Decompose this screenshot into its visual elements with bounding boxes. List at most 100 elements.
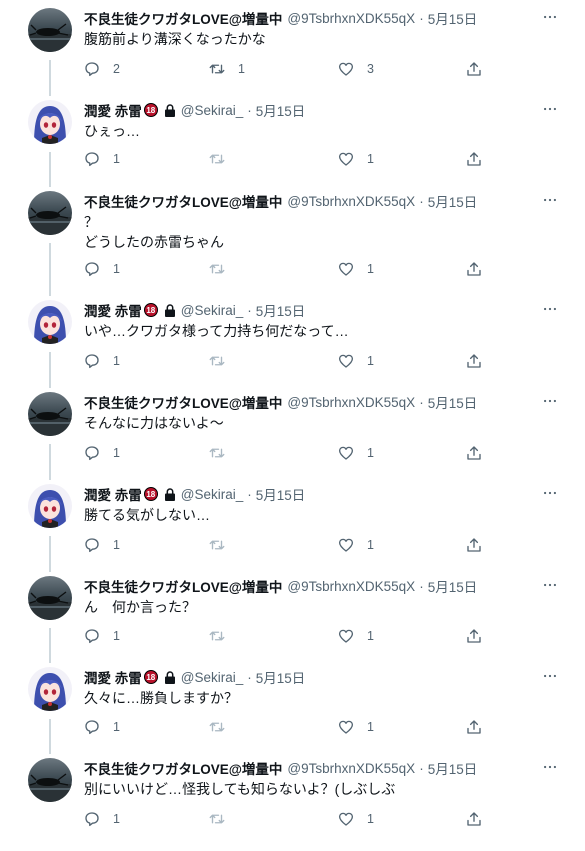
reply-button[interactable]: 1 <box>83 350 123 372</box>
tweet[interactable]: 不良生徒クワガタLOVE@増量中 @9TsbrhxnXDK55qX · 5月15日 腹筋… <box>0 8 585 82</box>
retweet-button[interactable] <box>208 808 248 830</box>
avatar[interactable] <box>28 576 72 620</box>
retweet-button[interactable] <box>208 258 248 280</box>
reply-button[interactable]: 1 <box>83 442 123 464</box>
avatar[interactable] <box>28 8 72 52</box>
share-button[interactable] <box>465 350 483 372</box>
more-options-icon[interactable] <box>540 576 560 594</box>
tweet[interactable]: 不良生徒クワガタLOVE@増量中 @9TsbrhxnXDK55qX · 5月15日 ？ … <box>0 191 585 282</box>
user-handle[interactable]: @9TsbrhxnXDK55qX <box>287 579 415 594</box>
tweet[interactable]: 潤愛 赤雷 18 @Sekirai_ · 5月15日 ひぇっ… 1 1 <box>0 100 585 172</box>
lock-icon <box>164 670 176 684</box>
tweet[interactable]: 潤愛 赤雷 18 @Sekirai_ · 5月15日 いや…クワガタ様って力持ち何だなって… <box>0 300 585 374</box>
retweet-icon <box>208 444 226 462</box>
more-options-icon[interactable] <box>540 758 560 776</box>
tweet-date[interactable]: 5月15日 <box>428 392 478 412</box>
tweet-date[interactable]: 5月15日 <box>428 8 478 28</box>
more-options-icon[interactable] <box>540 100 560 118</box>
reply-icon <box>83 60 101 78</box>
share-button[interactable] <box>465 808 483 830</box>
user-handle[interactable]: @Sekirai_ <box>181 487 243 502</box>
display-name[interactable]: 潤愛 赤雷 <box>84 300 142 320</box>
reply-button[interactable]: 1 <box>83 534 123 556</box>
heart-icon <box>337 536 355 554</box>
tweet[interactable]: 潤愛 赤雷 18 @Sekirai_ · 5月15日 久々に…勝負しますか？ 1 1 <box>0 667 585 740</box>
display-name[interactable]: 潤愛 赤雷 <box>84 100 142 120</box>
share-button[interactable] <box>465 625 483 647</box>
retweet-button[interactable] <box>208 625 248 647</box>
avatar[interactable] <box>28 100 72 144</box>
like-button[interactable]: 1 <box>337 148 377 170</box>
tweet-date[interactable]: 5月15日 <box>256 300 306 320</box>
more-options-icon[interactable] <box>540 300 560 318</box>
display-name[interactable]: 潤愛 赤雷 <box>84 484 142 504</box>
share-button[interactable] <box>465 58 483 80</box>
reply-icon <box>83 150 101 168</box>
user-handle[interactable]: @9TsbrhxnXDK55qX <box>287 11 415 26</box>
user-handle[interactable]: @Sekirai_ <box>181 303 243 318</box>
more-options-icon[interactable] <box>540 191 560 209</box>
more-options-icon[interactable] <box>540 392 560 410</box>
tweet-date[interactable]: 5月15日 <box>428 191 478 211</box>
share-button[interactable] <box>465 534 483 556</box>
reply-button[interactable]: 1 <box>83 808 123 830</box>
like-button[interactable]: 1 <box>337 716 377 738</box>
user-handle[interactable]: @Sekirai_ <box>181 670 243 685</box>
r18-badge-icon: 18 <box>143 670 158 684</box>
tweet-date[interactable]: 5月15日 <box>256 484 306 504</box>
display-name[interactable]: 潤愛 赤雷 <box>84 667 142 687</box>
display-name[interactable]: 不良生徒クワガタLOVE@増量中 <box>84 8 282 28</box>
share-button[interactable] <box>465 258 483 280</box>
retweet-button[interactable]: 1 <box>208 58 248 80</box>
share-button[interactable] <box>465 148 483 170</box>
like-button[interactable]: 1 <box>337 258 377 280</box>
more-options-icon[interactable] <box>540 667 560 685</box>
retweet-button[interactable] <box>208 534 248 556</box>
avatar[interactable] <box>28 484 72 528</box>
tweet-date[interactable]: 5月15日 <box>256 100 306 120</box>
like-button[interactable]: 1 <box>337 350 377 372</box>
display-name[interactable]: 不良生徒クワガタLOVE@増量中 <box>84 392 282 412</box>
tweet-action-bar: 11 <box>80 625 500 647</box>
like-button[interactable]: 3 <box>337 58 377 80</box>
share-button[interactable] <box>465 442 483 464</box>
retweet-button[interactable] <box>208 350 248 372</box>
avatar[interactable] <box>28 758 72 802</box>
retweet-button[interactable] <box>208 148 248 170</box>
tweet-date[interactable]: 5月15日 <box>428 758 478 778</box>
share-button[interactable] <box>465 716 483 738</box>
more-options-icon[interactable] <box>540 484 560 502</box>
reply-count: 1 <box>113 354 120 368</box>
avatar[interactable] <box>28 300 72 344</box>
display-name[interactable]: 不良生徒クワガタLOVE@増量中 <box>84 576 282 596</box>
tweet[interactable]: 不良生徒クワガタLOVE@増量中 @9TsbrhxnXDK55qX · 5月15日ん … <box>0 576 585 649</box>
reply-button[interactable]: 1 <box>83 148 123 170</box>
tweet[interactable]: 潤愛 赤雷 18 @Sekirai_ · 5月15日 勝てる気がしない… 1 1 <box>0 484 585 558</box>
display-name[interactable]: 不良生徒クワガタLOVE@増量中 <box>84 758 282 778</box>
like-button[interactable]: 1 <box>337 534 377 556</box>
tweet-date[interactable]: 5月15日 <box>428 576 478 596</box>
user-handle[interactable]: @Sekirai_ <box>181 103 243 118</box>
reply-button[interactable]: 1 <box>83 716 123 738</box>
like-button[interactable]: 1 <box>337 808 377 830</box>
user-handle[interactable]: @9TsbrhxnXDK55qX <box>287 395 415 410</box>
tweet[interactable]: 不良生徒クワガタLOVE@増量中 @9TsbrhxnXDK55qX · 5月15日 別に… <box>0 758 585 832</box>
retweet-button[interactable] <box>208 442 248 464</box>
reply-button[interactable]: 1 <box>83 625 123 647</box>
avatar[interactable] <box>28 191 72 235</box>
tweet-date[interactable]: 5月15日 <box>256 667 306 687</box>
user-handle[interactable]: @9TsbrhxnXDK55qX <box>287 761 415 776</box>
more-options-icon[interactable] <box>540 8 560 26</box>
reply-button[interactable]: 1 <box>83 258 123 280</box>
retweet-button[interactable] <box>208 716 248 738</box>
heart-icon <box>337 627 355 645</box>
like-button[interactable]: 1 <box>337 625 377 647</box>
avatar[interactable] <box>28 667 72 711</box>
like-button[interactable]: 1 <box>337 442 377 464</box>
reply-button[interactable]: 2 <box>83 58 123 80</box>
user-handle[interactable]: @9TsbrhxnXDK55qX <box>287 194 415 209</box>
like-count: 3 <box>367 62 374 76</box>
avatar[interactable] <box>28 392 72 436</box>
display-name[interactable]: 不良生徒クワガタLOVE@増量中 <box>84 191 282 211</box>
tweet[interactable]: 不良生徒クワガタLOVE@増量中 @9TsbrhxnXDK55qX · 5月15日 そん… <box>0 392 585 466</box>
